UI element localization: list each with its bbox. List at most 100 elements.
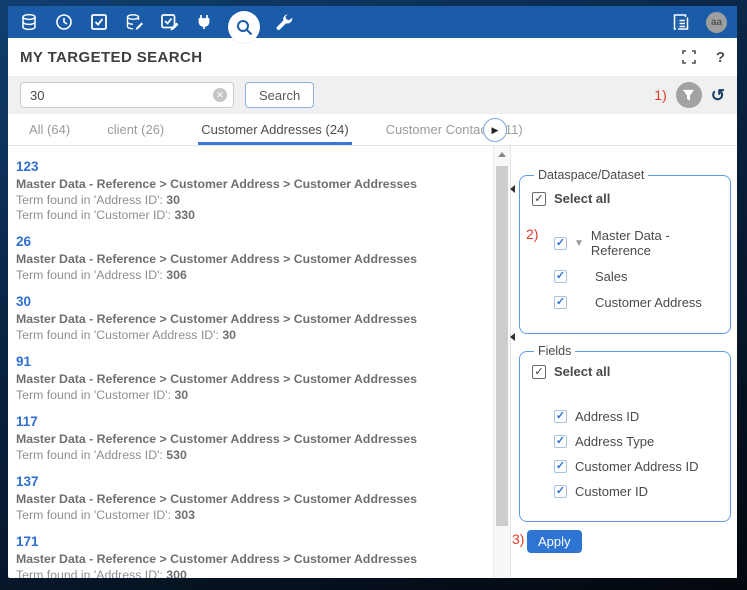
apply-button[interactable]: Apply — [527, 530, 582, 553]
result-record-link[interactable]: 91 — [16, 354, 31, 369]
fields-legend: Fields — [534, 344, 575, 358]
dataspace-select-all-checkbox[interactable]: ✓ — [532, 192, 546, 206]
tree-row: ✓ Sales — [532, 269, 722, 284]
toolbar-icon-group — [18, 1, 295, 43]
result-breadcrumb: Master Data - Reference > Customer Addre… — [16, 252, 489, 266]
report-list-icon[interactable] — [670, 11, 692, 33]
field-row: ✓ Address Type — [532, 434, 722, 449]
result-record-link[interactable]: 26 — [16, 234, 31, 249]
term-found-line: Term found in 'Customer ID': 303 — [16, 508, 489, 523]
result-record-link[interactable]: 117 — [16, 414, 38, 429]
field-checkbox[interactable]: ✓ — [554, 485, 567, 498]
check-square-icon[interactable] — [88, 11, 110, 33]
scrollbar-thumb[interactable] — [496, 166, 508, 526]
wrench-icon[interactable] — [273, 11, 295, 33]
result-item: 117 Master Data - Reference > Customer Ad… — [16, 413, 489, 463]
app-window: aa MY TARGETED SEARCH ? ✕ Search 1) — [8, 6, 737, 578]
search-button[interactable]: Search — [245, 82, 314, 108]
reset-filters-icon[interactable]: ↺ — [711, 87, 725, 104]
check-square-edit-icon[interactable] — [158, 11, 180, 33]
annotation-2: 2) — [526, 226, 538, 242]
tab-customer-addresses-24-[interactable]: Customer Addresses (24) — [198, 114, 351, 145]
clear-search-icon[interactable]: ✕ — [213, 88, 227, 102]
result-breadcrumb: Master Data - Reference > Customer Addre… — [16, 432, 489, 446]
dataspace-select-all-label: Select all — [554, 191, 610, 206]
annotation-3: 3) — [512, 531, 524, 547]
scroll-up-arrow-icon[interactable] — [494, 146, 510, 162]
result-breadcrumb: Master Data - Reference > Customer Addre… — [16, 552, 489, 566]
page-title: MY TARGETED SEARCH — [20, 49, 203, 66]
field-checkbox[interactable]: ✓ — [554, 410, 567, 423]
database-icon[interactable] — [18, 11, 40, 33]
search-icon[interactable] — [228, 11, 260, 43]
search-bar: ✕ Search 1) ↺ — [8, 76, 737, 114]
term-found-line: Term found in 'Customer ID': 30 — [16, 388, 489, 403]
tree-label: Customer Address — [595, 295, 702, 310]
field-checkbox[interactable]: ✓ — [554, 460, 567, 473]
dataspace-dataset-fieldset: Dataspace/Dataset ✓ Select all 2) ✓ ▼ Maste… — [519, 168, 731, 334]
search-input[interactable] — [30, 88, 213, 103]
clock-icon[interactable] — [53, 11, 75, 33]
result-record-link[interactable]: 137 — [16, 474, 39, 489]
term-found-line: Term found in 'Address ID': 30 — [16, 193, 489, 208]
result-breadcrumb: Master Data - Reference > Customer Addre… — [16, 492, 489, 506]
field-label: Customer Address ID — [575, 459, 699, 474]
title-bar: MY TARGETED SEARCH ? — [8, 38, 737, 76]
term-found-line: Term found in 'Address ID': 300 — [16, 568, 489, 578]
field-label: Customer ID — [575, 484, 648, 499]
result-item: 26 Master Data - Reference > Customer Add… — [16, 233, 489, 283]
result-breadcrumb: Master Data - Reference > Customer Addre… — [16, 372, 489, 386]
field-row: ✓ Customer Address ID — [532, 459, 722, 474]
result-item: 123 Master Data - Reference > Customer Ad… — [16, 158, 489, 223]
field-row: ✓ Customer ID — [532, 484, 722, 499]
splitter-collapse-icon[interactable] — [510, 332, 515, 340]
splitter-collapse-icon[interactable] — [510, 184, 515, 192]
result-breadcrumb: Master Data - Reference > Customer Addre… — [16, 177, 489, 191]
fullscreen-icon[interactable] — [682, 50, 696, 64]
top-toolbar: aa — [8, 6, 737, 38]
fields-select-all-checkbox[interactable]: ✓ — [532, 365, 546, 379]
search-input-wrapper: ✕ — [20, 82, 234, 108]
result-record-link[interactable]: 123 — [16, 159, 39, 174]
content-area: 123 Master Data - Reference > Customer Ad… — [8, 146, 737, 578]
term-found-line: Term found in 'Address ID': 306 — [16, 268, 489, 283]
tab-client-26-[interactable]: client (26) — [104, 114, 167, 145]
user-avatar[interactable]: aa — [706, 12, 727, 33]
field-row: ✓ Address ID — [532, 409, 722, 424]
result-record-link[interactable]: 171 — [16, 534, 39, 549]
apply-row: 3) Apply — [519, 530, 731, 553]
help-icon[interactable]: ? — [716, 49, 725, 66]
result-item: 91 Master Data - Reference > Customer Add… — [16, 353, 489, 403]
result-item: 30 Master Data - Reference > Customer Add… — [16, 293, 489, 343]
funnel-icon — [682, 89, 695, 102]
result-breadcrumb: Master Data - Reference > Customer Addre… — [16, 312, 489, 326]
annotation-1: 1) — [654, 87, 666, 103]
plug-icon[interactable] — [193, 11, 215, 33]
tree-label: Master Data - Reference — [591, 228, 722, 258]
database-edit-icon[interactable] — [123, 11, 145, 33]
tree-checkbox[interactable]: ✓ — [554, 270, 567, 283]
toolbar-right-group: aa — [670, 11, 727, 33]
term-found-line: Term found in 'Address ID': 530 — [16, 448, 489, 463]
next-tabs-button[interactable]: ▶ — [483, 118, 507, 142]
tab-all-64-[interactable]: All (64) — [26, 114, 73, 145]
result-item: 137 Master Data - Reference > Customer Ad… — [16, 473, 489, 523]
filter-panel: Dataspace/Dataset ✓ Select all 2) ✓ ▼ Maste… — [510, 146, 737, 578]
field-label: Address ID — [575, 409, 639, 424]
fields-fieldset: Fields ✓ Select all ✓ Address ID ✓ Address … — [519, 344, 731, 522]
fields-select-all-label: Select all — [554, 364, 610, 379]
term-found-line: Term found in 'Customer ID': 330 — [16, 208, 489, 223]
result-record-link[interactable]: 30 — [16, 294, 31, 309]
tree-checkbox[interactable]: ✓ — [554, 237, 567, 250]
field-label: Address Type — [575, 434, 654, 449]
tree-checkbox[interactable]: ✓ — [554, 296, 567, 309]
field-checkbox[interactable]: ✓ — [554, 435, 567, 448]
term-found-line: Term found in 'Customer Address ID': 30 — [16, 328, 489, 343]
results-scrollbar[interactable] — [493, 146, 510, 578]
dataspace-legend: Dataspace/Dataset — [534, 168, 648, 182]
tree-row: ✓ Customer Address — [532, 295, 722, 310]
tree-label: Sales — [595, 269, 628, 284]
chevron-down-icon[interactable]: ▼ — [574, 238, 584, 249]
result-item: 171 Master Data - Reference > Customer Ad… — [16, 533, 489, 578]
filter-funnel-button[interactable] — [676, 82, 702, 108]
